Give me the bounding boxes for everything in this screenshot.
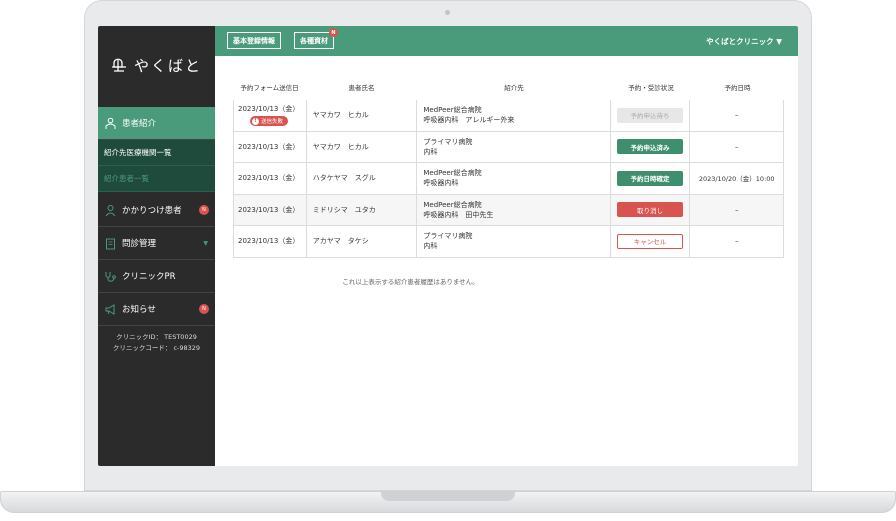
status-cell: 予約申込済み (611, 131, 691, 162)
brand-name: やくばと (134, 56, 203, 75)
status-cell: 取り消し (611, 194, 691, 225)
column-header: 予約・受診状況 (628, 84, 674, 92)
send-date-cell: 2023/10/13（金） (234, 226, 307, 257)
table-row[interactable]: 2023/10/13（金） アカヤマ タケシ プライマリ病院 内科 キャンセル … (233, 226, 784, 258)
destination-hospital: MedPeer総合病院 (423, 200, 482, 209)
sidebar-subitem-referral-destinations[interactable]: 紹介先医療機関一覧 (98, 140, 215, 166)
status-button[interactable]: 予約申込済み (617, 139, 683, 155)
status-button[interactable]: 予約申込待ち (617, 107, 683, 123)
patient-name: ヤマカワ ヒカル (307, 131, 418, 162)
send-date: 2023/10/13（金） (238, 174, 300, 183)
referral-table: 予約フォーム送信日 患者氏名 紹介先 予約・受診状況 予約日時 2023/10/… (233, 74, 784, 258)
sidebar-item-label: お知らせ (122, 305, 156, 315)
status-button[interactable]: キャンセル (617, 233, 683, 249)
destination-hospital: MedPeer総合病院 (423, 106, 482, 115)
pigeon-logo-icon (112, 58, 126, 72)
top-bar: 基本登録情報 各種資材 N やくばとクリニック ▼ (215, 26, 798, 56)
appointment-datetime: – (734, 111, 739, 120)
status-button[interactable]: 取り消し (617, 202, 683, 218)
table-header: 予約フォーム送信日 患者氏名 紹介先 予約・受診状況 予約日時 (233, 74, 784, 100)
destination-cell: MedPeer総合病院 呼吸器内科 田中先生 (417, 194, 611, 225)
send-failed-badge: ! 送信失敗 (250, 116, 289, 127)
patients-icon (104, 117, 117, 130)
chevron-down-icon: ▼ (203, 239, 208, 247)
patient-name: アカヤマ タケシ (307, 226, 418, 257)
sidebar: やくばと 患者紹介 紹介先医療機関一覧 紹介患者一覧 かかりつけ患者 N 問診管… (98, 26, 215, 466)
destination-department: 呼吸器内科 アレルギー外来 (423, 116, 515, 125)
sidebar-subitem-referred-patients[interactable]: 紹介患者一覧 (98, 166, 215, 192)
status-cell: キャンセル (611, 226, 691, 257)
clipboard-icon (104, 237, 117, 250)
table-row[interactable]: 2023/10/13（金） ハタケヤマ スグル MedPeer総合病院 呼吸器内… (233, 163, 784, 195)
column-header: 予約日時 (724, 84, 751, 92)
send-date: 2023/10/13（金） (238, 237, 300, 246)
status-cell: 予約日時確定 (611, 163, 691, 194)
destination-hospital: MedPeer総合病院 (423, 169, 482, 178)
patient-name: ミドリシマ ユタカ (307, 194, 418, 225)
clinic-id: クリニックID： TEST0029 (116, 333, 197, 341)
sidebar-item-family-patients[interactable]: かかりつけ患者 N (98, 194, 215, 227)
destination-cell: MedPeer総合病院 呼吸器内科 (417, 163, 611, 194)
new-badge: N (199, 205, 209, 215)
send-date-cell: 2023/10/13（金） ! 送信失敗 (234, 100, 307, 131)
send-date: 2023/10/13（金） (238, 142, 300, 151)
table-row[interactable]: 2023/10/13（金） ミドリシマ ユタカ MedPeer総合病院 呼吸器内… (233, 194, 784, 226)
table-row[interactable]: 2023/10/13（金） ヤマカワ ヒカル プライマリ病院 内科 予約申込済み… (233, 131, 784, 163)
patient-name: ハタケヤマ スグル (307, 163, 418, 194)
sidebar-item-questionnaire[interactable]: 問診管理 ▼ (98, 227, 215, 260)
sidebar-item-patient-referral[interactable]: 患者紹介 (98, 107, 215, 140)
laptop-notch (381, 491, 515, 501)
column-header: 患者氏名 (348, 84, 375, 92)
send-date-cell: 2023/10/13（金） (234, 194, 307, 225)
column-header: 紹介先 (504, 84, 524, 92)
sidebar-item-label: 紹介先医療機関一覧 (104, 148, 172, 157)
button-label: 基本登録情報 (233, 36, 275, 45)
status-cell: 予約申込待ち (611, 100, 691, 131)
megaphone-icon (104, 303, 117, 316)
no-more-message: これ以上表示する紹介患者履歴はありません。 (342, 278, 479, 286)
alert-icon: ! (252, 117, 259, 125)
destination-cell: プライマリ病院 内科 (417, 226, 611, 257)
sidebar-item-label: 問診管理 (122, 239, 157, 249)
clinic-code: クリニックコード： c-98329 (112, 344, 201, 352)
sidebar-item-label: かかりつけ患者 (122, 206, 182, 216)
camera-dot (445, 10, 450, 15)
sidebar-item-notices[interactable]: お知らせ N (98, 293, 215, 326)
new-badge: N (329, 28, 338, 37)
destination-cell: MedPeer総合病院 呼吸器内科 アレルギー外来 (417, 100, 611, 131)
appointment-datetime: 2023/10/20（金）10:00 (698, 175, 775, 184)
destination-department: 呼吸器内科 田中先生 (423, 210, 494, 219)
column-header: 予約フォーム送信日 (240, 84, 299, 92)
basic-info-button[interactable]: 基本登録情報 (227, 32, 281, 49)
sidebar-item-label: 患者紹介 (122, 119, 157, 129)
app-screen: やくばと 患者紹介 紹介先医療機関一覧 紹介患者一覧 かかりつけ患者 N 問診管… (98, 26, 798, 466)
send-date-cell: 2023/10/13（金） (234, 163, 307, 194)
patient-name: ヤマカワ ヒカル (307, 100, 418, 131)
send-date: 2023/10/13（金） (238, 105, 300, 114)
clinic-info: クリニックID： TEST0029 クリニックコード： c-98329 (98, 332, 215, 354)
table-row[interactable]: 2023/10/13（金） ! 送信失敗 ヤマカワ ヒカル MedPeer総合病院… (233, 100, 784, 132)
materials-button[interactable]: 各種資材 N (294, 28, 338, 49)
destination-hospital: プライマリ病院 (423, 232, 473, 241)
sidebar-item-label: 紹介患者一覧 (104, 174, 149, 183)
logo[interactable]: やくばと (110, 54, 202, 76)
button-label: 各種資材 (300, 36, 328, 45)
destination-department: 内科 (423, 242, 438, 251)
send-date: 2023/10/13（金） (238, 205, 300, 214)
new-badge: N (199, 304, 209, 314)
person-icon (104, 204, 117, 217)
stethoscope-icon (104, 270, 117, 283)
destination-department: 呼吸器内科 (423, 179, 459, 188)
appointment-datetime: – (734, 237, 739, 246)
appointment-datetime: – (734, 205, 739, 214)
send-date-cell: 2023/10/13（金） (234, 131, 307, 162)
appointment-datetime: – (734, 142, 739, 151)
destination-department: 内科 (423, 147, 438, 156)
destination-cell: プライマリ病院 内科 (417, 131, 611, 162)
status-button[interactable]: 予約日時確定 (617, 170, 683, 186)
clinic-menu-dropdown[interactable]: やくばとクリニック ▼ (706, 36, 782, 47)
send-failed-label: 送信失敗 (261, 119, 284, 126)
destination-hospital: プライマリ病院 (423, 137, 473, 146)
